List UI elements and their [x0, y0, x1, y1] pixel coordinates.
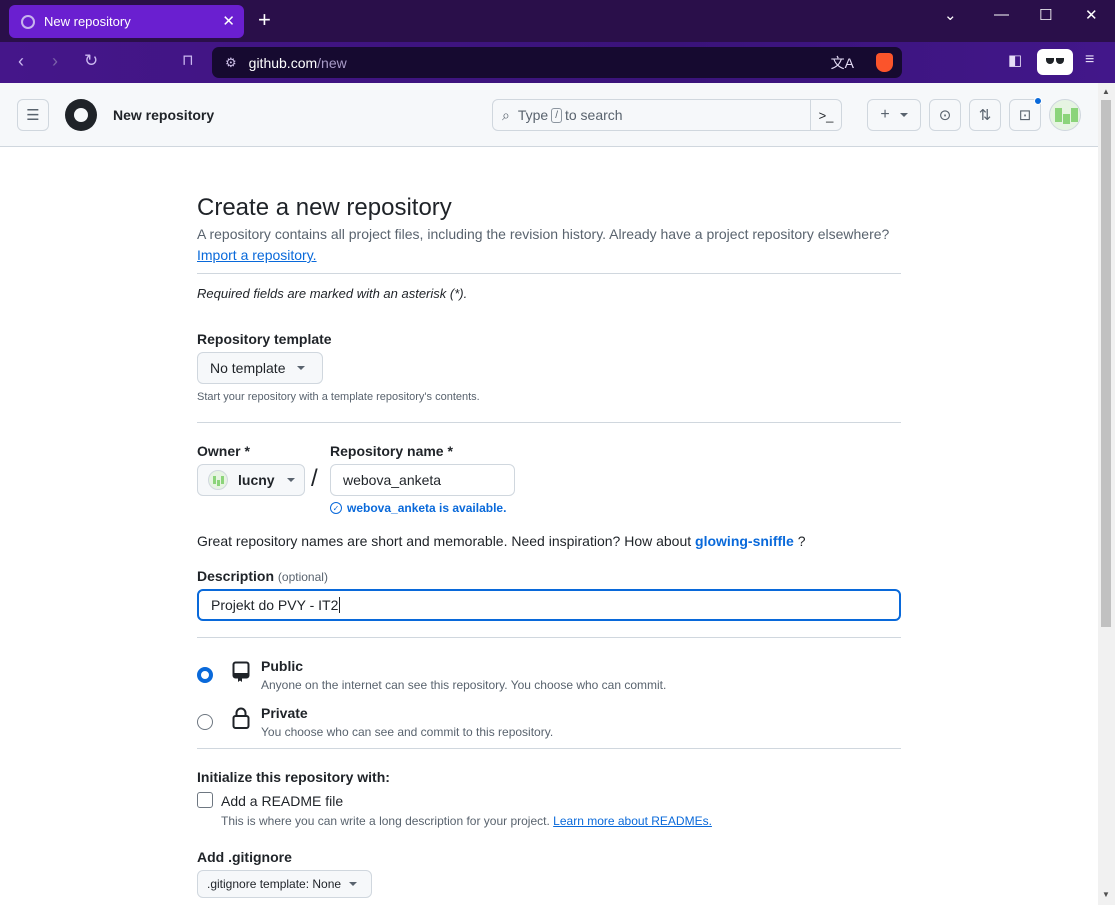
brave-shields-icon[interactable]	[876, 53, 893, 72]
description-input[interactable]: Projekt do PVY - IT2	[197, 589, 901, 621]
owner-value: lucny	[238, 472, 275, 488]
page-title: Create a new repository	[197, 194, 452, 221]
private-title: Private	[261, 705, 308, 721]
divider	[197, 748, 901, 749]
suggested-name-button[interactable]: glowing-sniffle	[695, 533, 794, 549]
repo-name-value: webova_anketa	[343, 472, 442, 488]
description-label: Description (optional)	[197, 568, 328, 584]
divider	[197, 637, 901, 638]
scroll-up-icon[interactable]: ▲	[1102, 87, 1110, 96]
repo-name-label: Repository name *	[330, 443, 453, 459]
repo-icon	[232, 661, 250, 683]
plus-icon: +	[880, 106, 890, 123]
availability-text: webova_anketa is available.	[347, 501, 507, 515]
template-select[interactable]: No template	[197, 352, 323, 384]
gitignore-select-value: .gitignore template: None	[207, 877, 342, 891]
pull-requests-button[interactable]: ⇅	[969, 99, 1001, 131]
availability-status: ✓ webova_anketa is available.	[330, 501, 506, 515]
browser-toolbar: ‹ › ↻ ⊓ ⚙ github.com /new 文A ◧ ≡	[0, 42, 1115, 83]
page-scrollbar[interactable]: ▲ ▼	[1098, 83, 1115, 905]
lock-icon	[232, 707, 250, 729]
public-description: Anyone on the internet can see this repo…	[261, 678, 667, 692]
divider	[197, 273, 901, 274]
issue-opened-icon: ⊙	[938, 107, 952, 124]
github-header: ☰ New repository ⌕ Type / to search >_ +…	[0, 83, 1098, 147]
close-window-icon[interactable]: ✕	[1085, 6, 1098, 24]
search-input[interactable]: ⌕ Type / to search >_	[492, 99, 842, 131]
forward-icon[interactable]: ›	[52, 51, 58, 72]
divider	[197, 422, 901, 423]
inspiration-text: Great repository names are short and mem…	[197, 533, 806, 549]
url-path: /new	[317, 54, 347, 71]
url-host: github.com	[248, 54, 318, 71]
chevron-down-icon	[297, 366, 306, 370]
scrollbar-thumb[interactable]	[1101, 100, 1111, 627]
private-radio[interactable]	[197, 714, 213, 730]
translate-icon[interactable]: 文A	[831, 53, 854, 73]
issues-button[interactable]: ⊙	[929, 99, 961, 131]
repo-name-input[interactable]: webova_anketa	[330, 464, 515, 496]
scroll-down-icon[interactable]: ▼	[1102, 890, 1110, 899]
github-logo-icon[interactable]	[65, 99, 97, 131]
readme-checkbox[interactable]	[197, 792, 213, 808]
import-repository-link[interactable]: Import a repository.	[197, 247, 317, 263]
chevron-down-icon	[899, 113, 908, 117]
search-placeholder-prefix: Type	[517, 107, 549, 123]
glasses-icon	[1046, 58, 1054, 64]
browser-tab-bar: New repository ✕ + ⌄ — ☐ ✕	[0, 0, 1115, 42]
search-shortcut-key: /	[551, 107, 562, 123]
tab-search-chevron-icon[interactable]: ⌄	[944, 6, 957, 24]
tab-title: New repository	[44, 14, 131, 29]
initialize-label: Initialize this repository with:	[197, 769, 390, 785]
owner-repo-separator: /	[311, 465, 318, 492]
page-context-title[interactable]: New repository	[113, 107, 214, 123]
close-tab-icon[interactable]: ✕	[222, 12, 235, 30]
chevron-down-icon	[349, 882, 358, 886]
required-fields-note: Required fields are marked with an aster…	[197, 286, 468, 301]
sidebar-toggle-icon[interactable]: ◧	[1008, 51, 1022, 69]
readme-note: This is where you can write a long descr…	[221, 814, 712, 828]
template-note: Start your repository with a template re…	[197, 391, 480, 403]
private-description: You choose who can see and commit to thi…	[261, 725, 554, 739]
notification-indicator	[1034, 97, 1042, 105]
public-radio[interactable]	[197, 667, 213, 683]
maximize-icon[interactable]: ☐	[1039, 6, 1052, 24]
search-icon: ⌕	[502, 106, 510, 123]
new-tab-icon[interactable]: +	[258, 9, 271, 31]
create-new-button[interactable]: +	[867, 99, 921, 131]
search-placeholder-suffix: to search	[564, 107, 623, 123]
hamburger-menu-button[interactable]: ☰	[17, 99, 49, 131]
site-settings-icon[interactable]: ⚙	[225, 55, 237, 71]
minimize-icon[interactable]: —	[994, 6, 1009, 23]
private-window-button[interactable]	[1037, 49, 1073, 75]
owner-select[interactable]: lucny	[197, 464, 305, 496]
bookmark-icon[interactable]: ⊓	[182, 51, 194, 69]
check-circle-icon: ✓	[330, 502, 342, 514]
github-favicon-icon	[21, 14, 35, 29]
user-avatar[interactable]	[1049, 99, 1081, 131]
gitignore-select[interactable]: .gitignore template: None	[197, 870, 372, 898]
description-value: Projekt do PVY - IT2	[211, 597, 339, 613]
readme-learn-more-link[interactable]: Learn more about READMEs.	[553, 814, 712, 828]
owner-avatar	[208, 470, 228, 490]
browser-tab[interactable]: New repository ✕	[9, 5, 244, 38]
reload-icon[interactable]: ↻	[84, 51, 98, 71]
template-select-value: No template	[210, 360, 286, 376]
git-pull-request-icon: ⇅	[978, 107, 992, 124]
intro-text: A repository contains all project files,…	[197, 226, 890, 242]
gitignore-label: Add .gitignore	[197, 849, 292, 865]
readme-label[interactable]: Add a README file	[221, 793, 343, 809]
menu-icon[interactable]: ≡	[1085, 51, 1094, 69]
public-title: Public	[261, 658, 304, 674]
chevron-down-icon	[286, 478, 295, 482]
hamburger-icon: ☰	[26, 107, 40, 124]
back-icon[interactable]: ‹	[18, 51, 24, 72]
inbox-icon: ⊡	[1018, 107, 1032, 124]
template-label: Repository template	[197, 331, 332, 347]
address-bar[interactable]: ⚙ github.com /new 文A	[212, 47, 902, 78]
owner-label: Owner *	[197, 443, 250, 459]
command-palette-icon[interactable]: >_	[810, 100, 841, 130]
text-caret	[339, 597, 341, 613]
